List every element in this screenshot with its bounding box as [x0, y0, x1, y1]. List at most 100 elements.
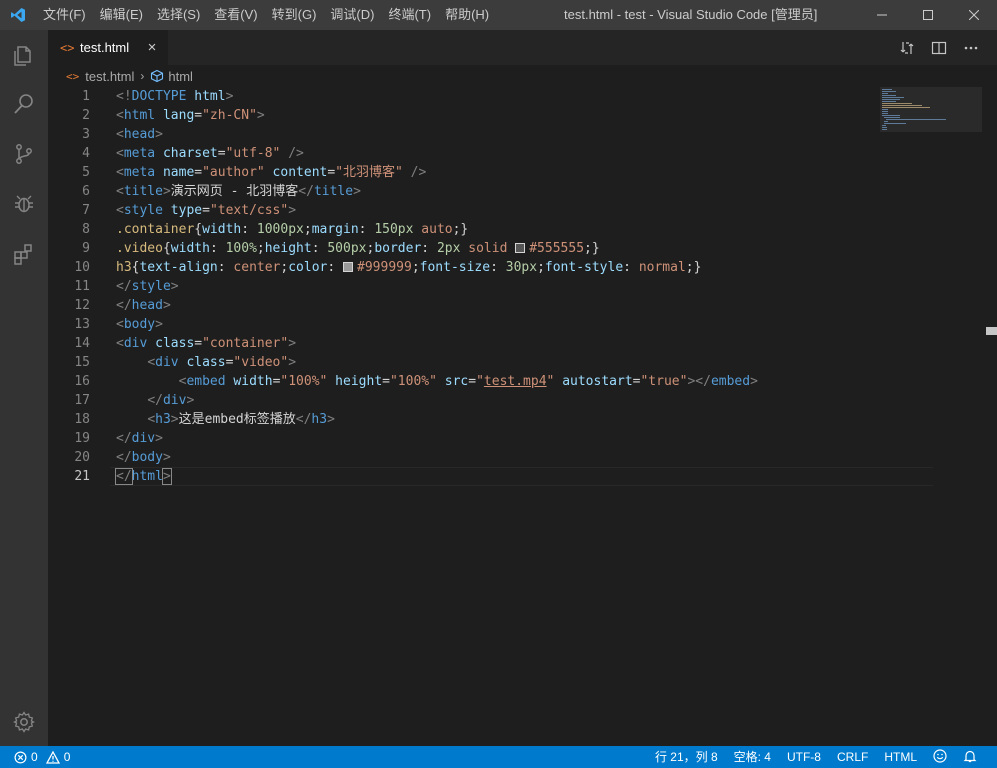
status-bar-right: 行 21，列 8 空格: 4 UTF-8 CRLF HTML	[647, 746, 985, 768]
line-number: 19	[74, 431, 90, 446]
error-icon	[14, 751, 27, 763]
breadcrumb-symbol[interactable]: html	[150, 69, 193, 84]
menu-go[interactable]: 转到(G)	[265, 0, 324, 30]
file-link[interactable]: test.mp4	[484, 374, 547, 389]
compare-changes-icon	[900, 41, 914, 54]
breadcrumb-file[interactable]: <> test.html	[66, 69, 134, 84]
maximize-button[interactable]	[905, 0, 951, 30]
status-bar: 0 0 行 21，列 8 空格: 4 UTF-8 CRLF HTML	[0, 746, 997, 768]
menu-view[interactable]: 查看(V)	[207, 0, 264, 30]
split-editor-button[interactable]	[923, 30, 955, 65]
minimize-icon	[877, 14, 887, 16]
code-line: <div class="container">	[116, 336, 297, 351]
line-number: 14	[74, 336, 90, 351]
line-number: 13	[74, 317, 90, 332]
activity-extensions[interactable]	[0, 230, 48, 278]
line-number: 8	[82, 222, 90, 237]
chevron-right-icon: ›	[140, 69, 145, 83]
activity-debug[interactable]	[0, 180, 48, 228]
activity-source-control[interactable]	[0, 130, 48, 178]
source-control-icon	[16, 144, 32, 164]
code-line: </div>	[147, 393, 195, 408]
line-number: 3	[82, 127, 90, 142]
minimize-button[interactable]	[859, 0, 905, 30]
code-line-active: </html>	[115, 468, 172, 485]
feedback-button[interactable]	[925, 746, 955, 768]
menu-help[interactable]: 帮助(H)	[438, 0, 496, 30]
line-number: 17	[74, 393, 90, 408]
line-number: 16	[74, 374, 90, 389]
line-number: 12	[74, 298, 90, 313]
title-bar: 文件(F) 编辑(E) 选择(S) 查看(V) 转到(G) 调试(D) 终端(T…	[0, 0, 997, 30]
tab-close-icon[interactable]: ×	[144, 30, 160, 65]
menu-selection[interactable]: 选择(S)	[150, 0, 207, 30]
warning-count: 0	[63, 750, 71, 764]
breadcrumb-file-label: test.html	[85, 68, 135, 84]
menu-debug[interactable]: 调试(D)	[323, 0, 381, 30]
language-mode[interactable]: HTML	[876, 746, 925, 768]
vertical-scrollbar[interactable]	[983, 87, 997, 746]
close-window-button[interactable]	[951, 0, 997, 30]
close-icon	[969, 10, 979, 20]
line-number: 4	[82, 146, 90, 161]
breadcrumb: <> test.html › html	[48, 65, 997, 87]
ellipsis-icon	[964, 46, 978, 49]
line-number: 7	[82, 203, 90, 218]
code-editor[interactable]: 1 2 3 4 5 6 7 8 9 10 11 12 13 14 15 16 1…	[48, 87, 997, 746]
tab-test-html[interactable]: <> test.html ×	[48, 30, 168, 65]
code-line: <h3>这是embed标签播放</h3>	[147, 412, 335, 427]
symbol-cube-icon	[151, 69, 164, 83]
current-line-highlight	[110, 467, 933, 486]
code-line: <!DOCTYPE html>	[116, 89, 234, 104]
code-line: <style type="text/css">	[116, 203, 297, 218]
gear-icon	[13, 711, 35, 733]
code-line: <div class="video">	[147, 355, 297, 370]
warning-icon	[45, 750, 60, 764]
line-number: 15	[74, 355, 90, 370]
menu-file[interactable]: 文件(F)	[36, 0, 93, 30]
window-title: test.html - test - Visual Studio Code [管…	[564, 7, 818, 22]
code-line: </head>	[116, 298, 171, 313]
maximize-icon	[923, 10, 933, 20]
menu-bar: 文件(F) 编辑(E) 选择(S) 查看(V) 转到(G) 调试(D) 终端(T…	[36, 0, 496, 30]
editor-tabs-bar: <> test.html ×	[48, 30, 997, 65]
editor-actions	[891, 30, 987, 65]
encoding[interactable]: UTF-8	[779, 746, 829, 768]
line-number: 6	[82, 184, 90, 199]
code-line: .video{width: 100%;height: 500px;border:…	[116, 241, 600, 256]
split-editor-icon	[931, 41, 947, 54]
end-of-line[interactable]: CRLF	[829, 746, 876, 768]
code-line: h3{text-align: center;color: #999999;fon…	[116, 260, 702, 275]
error-count: 0	[31, 750, 38, 764]
activity-manage[interactable]	[0, 698, 48, 746]
activity-search[interactable]	[0, 80, 48, 128]
minimap-preview	[882, 89, 946, 130]
line-number: 10	[74, 260, 90, 275]
code-line: </body>	[116, 450, 171, 465]
explorer-icon	[14, 46, 31, 66]
line-number: 5	[82, 165, 90, 180]
color-swatch[interactable]	[343, 262, 354, 272]
code-line: <head>	[116, 127, 163, 142]
activity-bar	[0, 30, 48, 746]
cursor-position[interactable]: 行 21，列 8	[647, 746, 726, 768]
menu-edit[interactable]: 编辑(E)	[93, 0, 150, 30]
code-line: <meta name="author" content="北羽博客" />	[116, 165, 427, 180]
activity-explorer[interactable]	[0, 32, 48, 80]
indentation[interactable]: 空格: 4	[726, 746, 779, 768]
breadcrumb-symbol-label: html	[168, 68, 193, 84]
vscode-logo-icon	[0, 0, 36, 30]
code-line: <html lang="zh-CN">	[116, 108, 265, 123]
minimap[interactable]	[880, 87, 982, 132]
line-number-active: 21	[74, 469, 90, 484]
more-actions-button[interactable]	[955, 30, 987, 65]
open-changes-button[interactable]	[891, 30, 923, 65]
color-swatch[interactable]	[515, 243, 526, 253]
menu-terminal[interactable]: 终端(T)	[381, 0, 438, 30]
line-number: 9	[82, 241, 90, 256]
notifications-button[interactable]	[955, 746, 985, 768]
html-file-icon: <>	[60, 40, 75, 55]
html-file-icon: <>	[66, 69, 80, 83]
problems-indicator[interactable]: 0 0	[14, 746, 70, 768]
search-icon	[14, 94, 33, 114]
